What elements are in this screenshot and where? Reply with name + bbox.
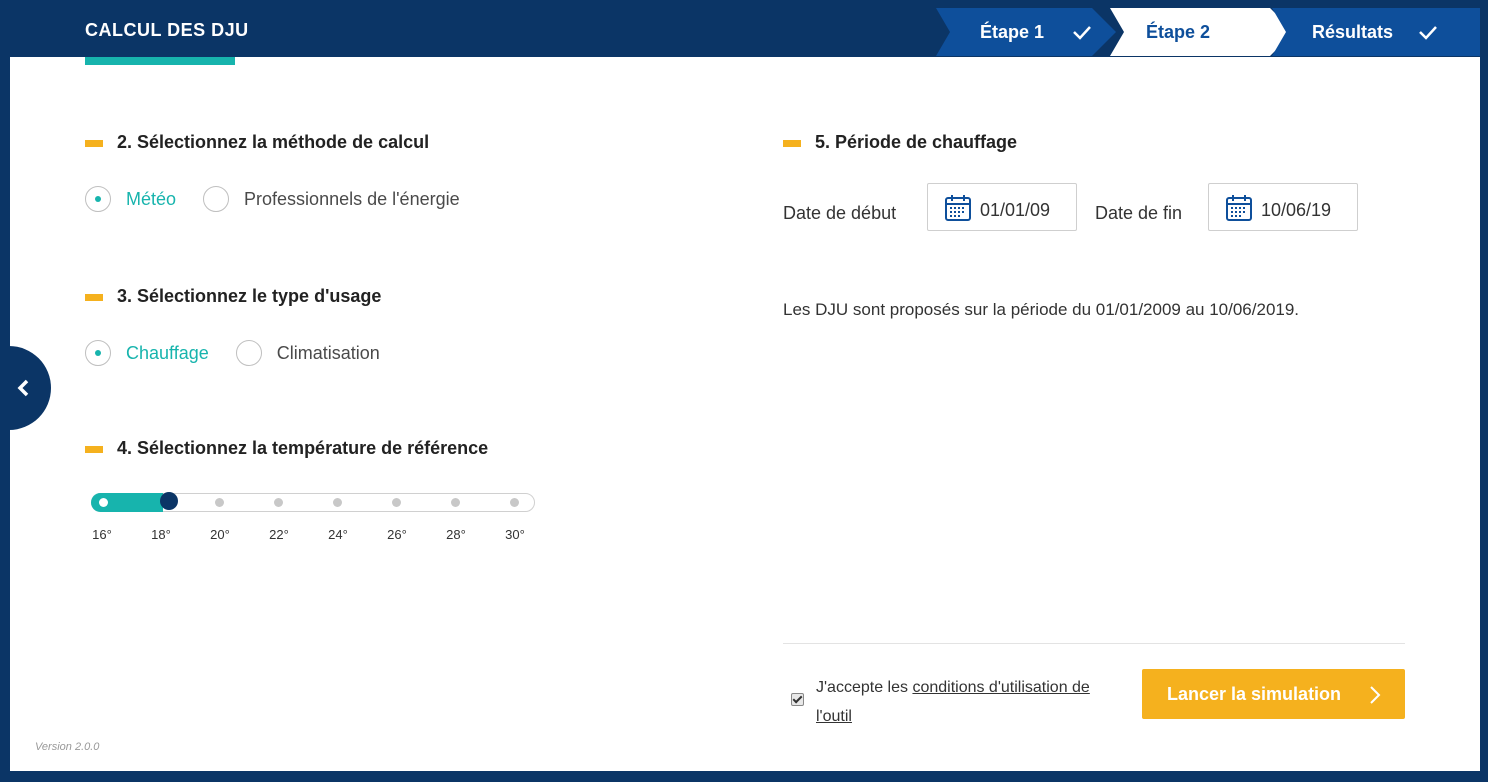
- chevron-left-icon: [17, 379, 29, 397]
- launch-simulation-button[interactable]: Lancer la simulation: [1142, 669, 1405, 719]
- header-bar: CALCUL DES DJU Étape 1 Étape 2 Résultats: [10, 0, 1480, 57]
- radio-professionnels[interactable]: [203, 186, 230, 212]
- slider-handle[interactable]: [160, 492, 178, 510]
- radio-chauffage-label[interactable]: Chauffage: [126, 343, 209, 364]
- radio-meteo-label[interactable]: Météo: [126, 189, 176, 210]
- tick-label: 26°: [387, 527, 407, 542]
- terms-text: J'accepte les conditions d'utilisation d…: [816, 673, 1126, 731]
- method-options: Météo Professionnels de l'énergie: [85, 186, 487, 212]
- slider-stop-24[interactable]: [333, 498, 342, 507]
- period-info-text: Les DJU sont proposés sur la période du …: [783, 300, 1300, 319]
- usage-section-title: 3. Sélectionnez le type d'usage: [85, 286, 381, 307]
- usage-title-text: 3. Sélectionnez le type d'usage: [117, 286, 382, 306]
- divider: [783, 643, 1405, 644]
- terms-prefix: J'accepte les: [816, 679, 913, 696]
- calendar-icon: [1226, 195, 1252, 221]
- tick-label: 18°: [151, 527, 171, 542]
- step-2-label: Étape 2: [1146, 22, 1211, 42]
- start-date-label: Date de début: [783, 203, 897, 223]
- step-1-label: Étape 1: [980, 22, 1045, 42]
- usage-options: Chauffage Climatisation: [85, 340, 407, 366]
- start-date-value[interactable]: 01/01/09: [980, 200, 1050, 221]
- slider-stop-22[interactable]: [274, 498, 283, 507]
- tick-label: 16°: [92, 527, 112, 542]
- tick-label: 24°: [328, 527, 348, 542]
- tick-label: 28°: [446, 527, 466, 542]
- chevron-right-icon: [1370, 686, 1381, 704]
- slider-stop-30[interactable]: [510, 498, 519, 507]
- radio-climatisation[interactable]: [235, 340, 262, 366]
- app-title: CALCUL DES DJU: [85, 20, 249, 40]
- temperature-section-title: 4. Sélectionnez la température de référe…: [85, 438, 488, 459]
- step-results-label: Résultats: [1312, 22, 1394, 42]
- tick-label: 30°: [505, 527, 525, 542]
- version-text: Version 2.0.0: [35, 741, 100, 753]
- slider-stop-26[interactable]: [392, 498, 401, 507]
- calendar-icon: [945, 195, 971, 221]
- title-underline: [85, 57, 235, 65]
- radio-chauffage[interactable]: [85, 340, 111, 366]
- section-bullet: [85, 445, 103, 453]
- period-section-title: 5. Période de chauffage: [783, 132, 1017, 153]
- tick-label: 22°: [269, 527, 289, 542]
- method-title-text: 2. Sélectionnez la méthode de calcul: [117, 132, 430, 152]
- end-date-value[interactable]: 10/06/19: [1261, 200, 1331, 221]
- main-panel: CALCUL DES DJU Étape 1 Étape 2 Résultats: [10, 0, 1480, 771]
- step-results[interactable]: Résultats: [1272, 8, 1480, 56]
- step-2[interactable]: Étape 2: [1110, 8, 1294, 56]
- start-date-field[interactable]: 01/01/09: [927, 183, 1077, 231]
- end-date-label: Date de fin: [1095, 203, 1183, 223]
- radio-professionnels-label[interactable]: Professionnels de l'énergie: [244, 189, 460, 210]
- check-icon: [1073, 26, 1091, 40]
- section-bullet: [85, 293, 103, 301]
- section-bullet: [85, 139, 103, 147]
- slider-stop-16[interactable]: [99, 498, 108, 507]
- radio-meteo[interactable]: [85, 186, 111, 212]
- section-bullet: [783, 139, 801, 147]
- radio-climatisation-label[interactable]: Climatisation: [277, 343, 380, 364]
- temperature-title-text: 4. Sélectionnez la température de référe…: [117, 438, 489, 458]
- temperature-slider[interactable]: [91, 492, 535, 512]
- slider-stop-20[interactable]: [215, 498, 224, 507]
- terms-checkbox[interactable]: [791, 693, 804, 706]
- end-date-field[interactable]: 10/06/19: [1208, 183, 1358, 231]
- period-title-text: 5. Période de chauffage: [815, 132, 1018, 152]
- tick-label: 20°: [210, 527, 230, 542]
- method-section-title: 2. Sélectionnez la méthode de calcul: [85, 132, 429, 153]
- launch-simulation-label: Lancer la simulation: [1167, 684, 1342, 704]
- step-1[interactable]: Étape 1: [936, 8, 1116, 56]
- slider-stop-28[interactable]: [451, 498, 460, 507]
- check-icon: [1419, 26, 1437, 40]
